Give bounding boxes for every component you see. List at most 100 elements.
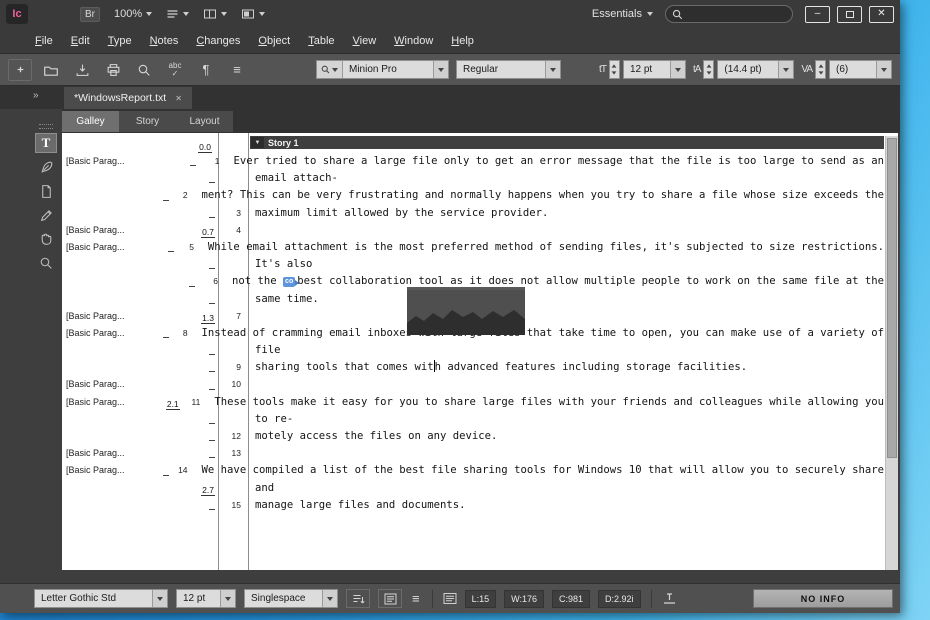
galley-text-line[interactable]: email attach- <box>248 170 884 187</box>
story-collapse-icon[interactable]: ▼ <box>251 137 264 148</box>
tab-layout[interactable]: Layout <box>176 111 233 132</box>
embedded-image-overlay[interactable] <box>407 287 525 335</box>
windows-desktop: Ic Br 100% Essentials – ✕ <box>0 0 930 620</box>
screen-mode-control[interactable] <box>241 8 265 20</box>
galley-text-line[interactable] <box>248 445 884 462</box>
galley-line: [Basic Parag...13 <box>62 445 884 462</box>
info-column-button[interactable] <box>378 589 402 608</box>
info-column-icon <box>384 593 397 605</box>
menu-help[interactable]: Help <box>442 31 483 51</box>
print-button[interactable] <box>101 59 125 81</box>
font-size-stepper[interactable] <box>609 60 620 79</box>
galley-text-line[interactable]: motely access the files on any device. <box>248 428 884 445</box>
galley-text-line[interactable] <box>248 376 884 393</box>
galley-text-line[interactable] <box>248 308 884 325</box>
leading-dropdown-button[interactable] <box>778 61 793 78</box>
show-hidden-characters-button[interactable]: ¶ <box>194 59 218 81</box>
font-style-dropdown-button[interactable] <box>545 61 560 78</box>
font-size-select[interactable]: 12 pt <box>623 60 686 79</box>
tab-galley[interactable]: Galley <box>62 111 119 132</box>
menu-table[interactable]: Table <box>299 31 343 51</box>
menu-window[interactable]: Window <box>385 31 442 51</box>
galley-text-line[interactable]: These tools make it easy for you to shar… <box>207 394 884 411</box>
open-button[interactable] <box>39 59 63 81</box>
galley-text-line[interactable]: We have compiled a list of the best file… <box>195 462 884 479</box>
menu-object[interactable]: Object <box>249 31 299 51</box>
galley-text-line[interactable]: sharing tools that comes with advanced f… <box>248 359 884 376</box>
hand-tool[interactable] <box>35 229 57 249</box>
leading-stepper[interactable] <box>703 60 714 79</box>
vertical-scrollbar[interactable] <box>885 136 898 570</box>
eyedropper-tool[interactable] <box>35 181 57 201</box>
font-style-select[interactable]: Regular <box>456 60 561 79</box>
tab-close-icon[interactable]: ✕ <box>175 94 182 103</box>
spell-check-button[interactable]: abc✓ <box>163 59 187 81</box>
paragraph-style-label <box>62 342 154 359</box>
story-header[interactable]: ▼ Story 1 <box>250 136 884 149</box>
status-size-dropdown-button[interactable] <box>220 590 235 607</box>
tracking-select[interactable]: (6) <box>829 60 892 79</box>
paragraph-spacing-button[interactable] <box>346 589 370 608</box>
toolbar-menu-button[interactable]: ≡ <box>225 59 249 81</box>
view-options-control[interactable] <box>166 8 189 20</box>
galley-text-line[interactable]: Ever tried to share a large file only to… <box>226 153 884 170</box>
status-menu-icon[interactable]: ≡ <box>412 591 420 606</box>
font-family-dropdown-button[interactable] <box>433 61 448 78</box>
galley-text-line[interactable]: maximum limit allowed by the service pro… <box>248 205 884 222</box>
galley-text-line[interactable]: same time. <box>248 291 884 308</box>
galley-text-line[interactable]: While email attachment is the most prefe… <box>201 239 884 256</box>
status-size-select[interactable]: 12 pt <box>176 589 236 608</box>
save-button[interactable] <box>70 59 94 81</box>
galley-text-line[interactable]: manage large files and documents. <box>248 497 884 514</box>
menu-edit[interactable]: Edit <box>62 31 99 51</box>
scrollbar-thumb[interactable] <box>887 138 897 458</box>
panel-grip[interactable] <box>39 124 53 129</box>
galley-text-line[interactable]: not the cobest collaboration tool as it … <box>225 273 884 290</box>
galley-text-line[interactable]: and <box>248 480 884 497</box>
menu-notes[interactable]: Notes <box>141 31 188 51</box>
galley-text-line[interactable] <box>248 222 884 239</box>
paragraph-style-label: [Basic Parag... <box>62 153 143 170</box>
menu-file[interactable]: File <box>26 31 62 51</box>
status-font-select[interactable]: Letter Gothic Std <box>34 589 168 608</box>
type-tool[interactable]: T <box>35 133 57 153</box>
paragraph-style-label: [Basic Parag... <box>62 239 130 256</box>
zoom-tool[interactable] <box>35 253 57 273</box>
menu-type[interactable]: Type <box>99 31 141 51</box>
font-family-select[interactable]: Minion Pro <box>316 60 449 79</box>
depth-ruler-cell <box>142 273 198 290</box>
galley-text-line[interactable]: file <box>248 342 884 359</box>
inline-note-anchor[interactable]: co <box>283 277 295 287</box>
minimize-button[interactable]: – <box>805 6 830 23</box>
new-document-button[interactable] <box>8 59 32 81</box>
panel-collapse-icon[interactable]: » <box>33 90 39 101</box>
tracking-dropdown-button[interactable] <box>876 61 891 78</box>
tab-story[interactable]: Story <box>119 111 176 132</box>
menu-view[interactable]: View <box>344 31 386 51</box>
ruler-tick <box>163 200 169 201</box>
galley-text-line[interactable]: to re- <box>248 411 884 428</box>
galley-text-line[interactable]: Instead of cramming email inboxes with l… <box>195 325 884 342</box>
leading-select[interactable]: (14.4 pt) <box>717 60 794 79</box>
bridge-button[interactable]: Br <box>80 7 100 22</box>
leading-value: (14.4 pt) <box>718 64 778 75</box>
menu-changes[interactable]: Changes <box>187 31 249 51</box>
maximize-button[interactable] <box>837 6 862 23</box>
font-size-dropdown-button[interactable] <box>670 61 685 78</box>
galley-text-line[interactable]: It's also <box>248 256 884 273</box>
close-button[interactable]: ✕ <box>869 6 894 23</box>
galley-text-line[interactable]: ment? This can be very frustrating and n… <box>195 187 884 204</box>
workspace-switcher[interactable]: Essentials <box>592 8 653 20</box>
find-button[interactable] <box>132 59 156 81</box>
tracking-stepper[interactable] <box>815 60 826 79</box>
line-spacing-dropdown-button[interactable] <box>322 590 337 607</box>
notes-tool[interactable] <box>35 157 57 177</box>
pencil-tool[interactable] <box>35 205 57 225</box>
document-tab[interactable]: *WindowsReport.txt ✕ <box>64 87 192 109</box>
arrange-documents-control[interactable] <box>203 8 227 20</box>
titlebar-search[interactable] <box>665 5 793 23</box>
status-font-dropdown-button[interactable] <box>152 590 167 607</box>
zoom-level-control[interactable]: 100% <box>114 8 152 20</box>
search-input[interactable] <box>687 9 786 20</box>
line-spacing-select[interactable]: Singlespace <box>244 589 338 608</box>
